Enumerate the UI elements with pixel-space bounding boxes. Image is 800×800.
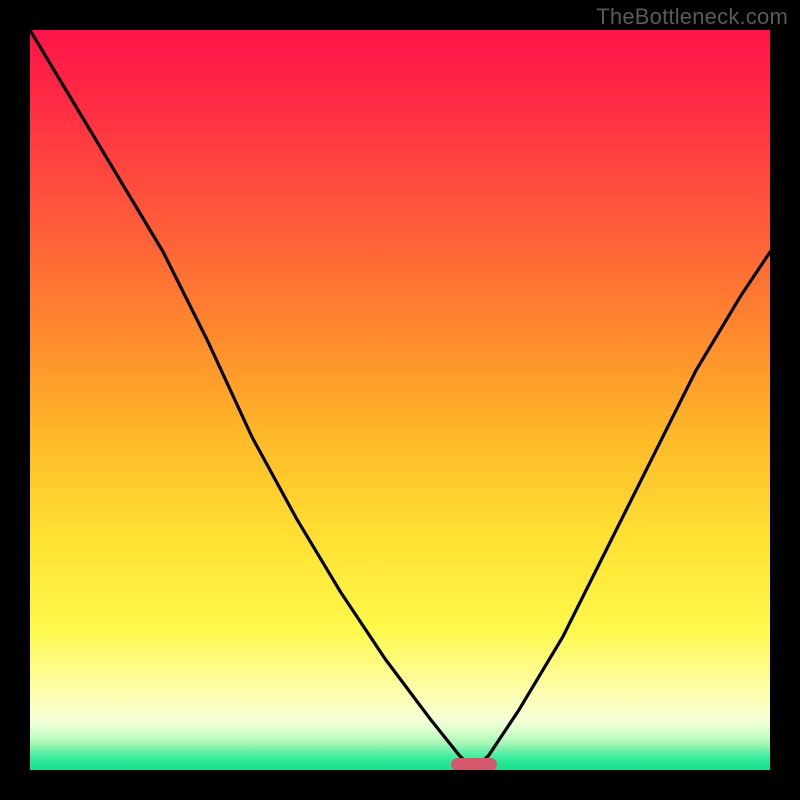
watermark-text: TheBottleneck.com: [596, 4, 788, 30]
plot-area: [30, 30, 770, 770]
optimal-marker: [451, 758, 497, 770]
chart-frame: TheBottleneck.com: [0, 0, 800, 800]
bottleneck-curve: [30, 30, 770, 770]
